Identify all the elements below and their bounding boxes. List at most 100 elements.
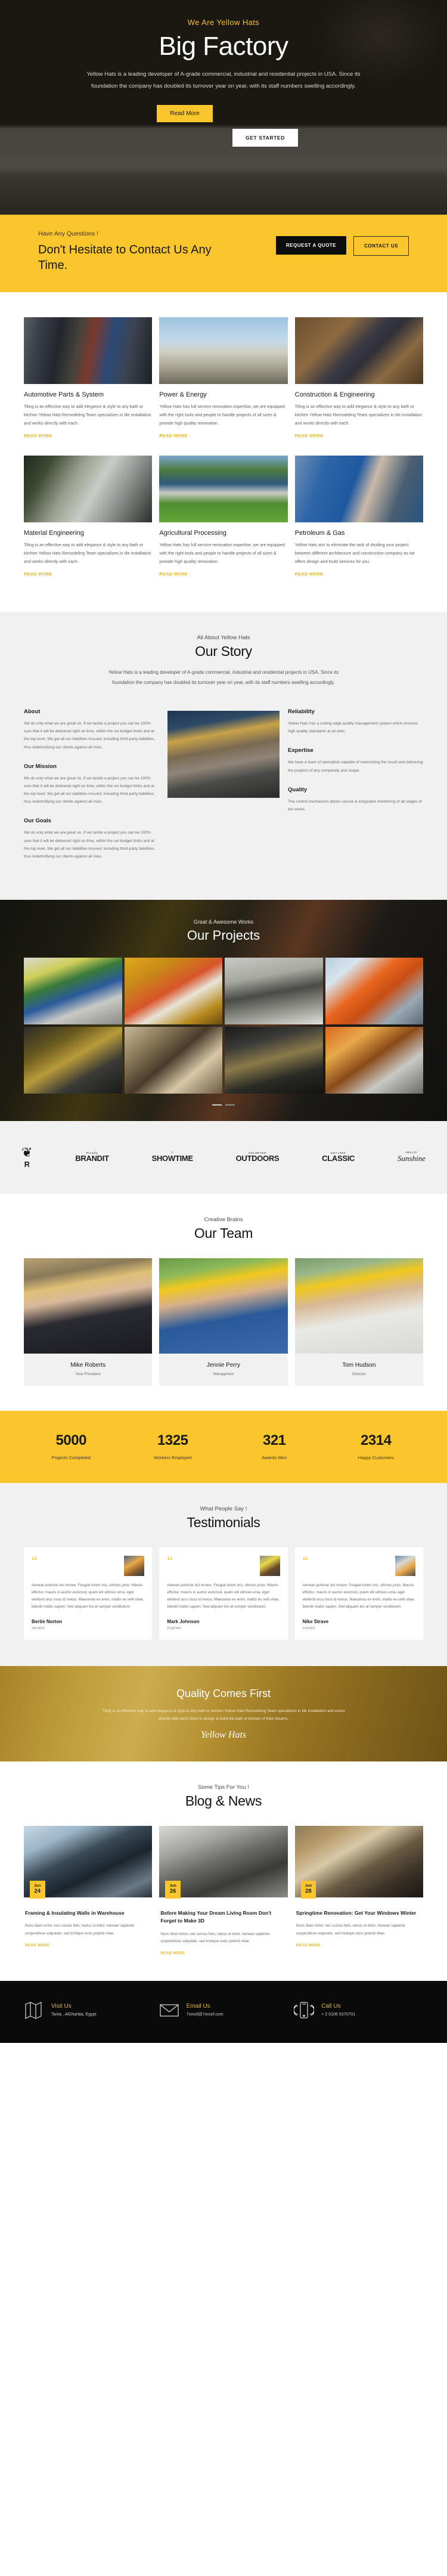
brand-name: BRANDIT [75, 1153, 109, 1163]
get-started-button[interactable]: GET STARTED [232, 129, 298, 147]
testimonial-role: Aeroline [32, 1627, 45, 1631]
project-thumbnail[interactable] [124, 958, 222, 1025]
services-row-2: Material Engineering Tiling is an effect… [24, 456, 423, 578]
service-title: Automotive Parts & System [24, 391, 104, 399]
testimonials-title: Testimonials [187, 1514, 260, 1530]
team-member-card[interactable]: Mike Roberts Vice President [24, 1258, 153, 1386]
services-row-1: Automotive Parts & System Tiling is an e… [24, 317, 423, 440]
service-image [294, 456, 423, 523]
avatar [124, 1555, 145, 1576]
blog-post-card[interactable]: Jun 26 Before Making Your Dream Living R… [159, 1826, 288, 1957]
testimonial-role: Engineer [167, 1627, 182, 1631]
story-heading: Expertise [288, 747, 313, 754]
footer-text[interactable]: 7oroof@7oroof.com [187, 2012, 224, 2017]
laurel-wreath-icon: ❦ [21, 1145, 33, 1160]
service-read-more-link[interactable]: READ MORE [159, 571, 188, 577]
story-title: Our Story [195, 643, 252, 660]
story-text: We have a team of specialists capable of… [288, 760, 423, 773]
story-lead: Yellow Hats is a leading developer of A-… [108, 670, 339, 686]
blog-post-title: Springtime Renovation: Get Your Windows … [296, 1910, 417, 1916]
team-member-role: Managment [213, 1371, 234, 1376]
testimonial-card: “ Aenean pulvinar dui ornare. Feugiat lo… [24, 1547, 153, 1640]
team-member-photo [294, 1258, 423, 1354]
project-thumbnail[interactable] [24, 1027, 122, 1094]
service-card[interactable]: Petroleum & Gas Yellow Hats aim to elimi… [294, 456, 423, 578]
services-section: Automotive Parts & System Tiling is an e… [0, 292, 447, 612]
blog-read-more-link[interactable]: READ MORE [296, 1943, 321, 1948]
project-thumbnail[interactable] [225, 958, 323, 1025]
blog-post-excerpt: Nunc diam tortor, nec cursus felis, vari… [296, 1924, 405, 1936]
blog-read-more-link[interactable]: READ MORE [25, 1943, 49, 1948]
service-card[interactable]: Power & Energy Yellow Hats has full serv… [159, 317, 288, 440]
blog-post-day: 24 [34, 1887, 41, 1894]
story-text: Yellow Hats has a cutting edge quality m… [288, 721, 418, 734]
brand-logo: EST.1994 CLASSIC [322, 1151, 355, 1163]
request-quote-button[interactable]: REQUEST A QUOTE [275, 236, 347, 255]
contact-us-button[interactable]: CONTACT US [353, 236, 409, 256]
hero-kicker: We Are Yellow Hats [187, 18, 260, 27]
service-card[interactable]: Automotive Parts & System Tiling is an e… [24, 317, 153, 440]
blog-post-day: 26 [169, 1887, 176, 1894]
carousel-dot[interactable] [225, 1104, 235, 1106]
service-text: Tiling is an effective way to add elegan… [294, 404, 423, 426]
story-right-column: Reliability Yellow Hats has a cutting ed… [288, 708, 423, 825]
blog-read-more-link[interactable]: READ MORE [160, 1951, 185, 1955]
read-more-button[interactable]: Read More [157, 105, 213, 123]
service-card[interactable]: Construction & Engineering Tiling is an … [294, 317, 423, 440]
project-thumbnail[interactable] [325, 958, 423, 1025]
service-read-more-link[interactable]: READ MORE [159, 433, 188, 438]
service-read-more-link[interactable]: READ MORE [24, 433, 52, 438]
story-heading: About [24, 708, 41, 715]
stat-number: 321 [262, 1432, 286, 1448]
team-member-card[interactable]: Tom Hudson Director [294, 1258, 423, 1386]
service-read-more-link[interactable]: READ MORE [295, 571, 324, 577]
project-thumbnail[interactable] [225, 1027, 323, 1094]
story-kicker: All About Yellow Hats [197, 634, 250, 642]
blog-post-title: Framing & Insulating Walls in Warehouse [25, 1910, 125, 1916]
email-icon [159, 2001, 179, 2019]
projects-grid-row-2 [0, 1027, 447, 1094]
footer-email-us: Email Us 7oroof@7oroof.com [159, 2001, 288, 2019]
brand-name: OUTDOORS [235, 1153, 280, 1163]
stat-item: 2314 Happy Customers [325, 1432, 427, 1460]
carousel-dot-active[interactable] [212, 1104, 222, 1106]
testimonial-card: “ Aenean pulvinar dui ornare. Feugiat lo… [294, 1547, 423, 1640]
service-title: Petroleum & Gas [294, 530, 345, 537]
phone-icon [294, 2001, 315, 2019]
service-read-more-link[interactable]: READ MORE [24, 571, 52, 577]
project-thumbnail[interactable] [24, 958, 122, 1025]
brand-name: Sunshine [398, 1153, 426, 1163]
stat-number: 5000 [55, 1432, 87, 1448]
quality-banner-section: Quality Comes First Tiling is an effecti… [0, 1666, 447, 1762]
service-image [24, 317, 153, 385]
footer-text[interactable]: + 2 0106 5370701 [321, 2012, 355, 2017]
service-card[interactable]: Agricultural Processing Yellow Hats has … [159, 456, 288, 578]
brand-logo: Proudly BRANDIT [75, 1151, 109, 1163]
team-member-name: Jennie Perry [206, 1361, 241, 1368]
blog-post-title: Before Making Your Dream Living Room Don… [160, 1910, 272, 1924]
blog-post-excerpt: Nunc diam tortor, nec cursus felis, vari… [25, 1924, 134, 1936]
brand-name: CLASSIC [322, 1153, 355, 1163]
service-image [159, 317, 288, 385]
project-thumbnail[interactable] [124, 1027, 222, 1094]
footer-title: Email Us [186, 2003, 210, 2010]
project-thumbnail[interactable] [325, 1027, 423, 1094]
service-title: Material Engineering [24, 530, 84, 537]
service-card[interactable]: Material Engineering Tiling is an effect… [24, 456, 153, 578]
testimonials-section: What People Say ! Testimonials “ Aenean … [0, 1482, 447, 1667]
service-read-more-link[interactable]: READ MORE [295, 433, 324, 438]
avatar [395, 1555, 415, 1576]
blog-post-card[interactable]: Jun 28 Springtime Renovation: Get Your W… [294, 1826, 423, 1957]
page-title: Big Factory [159, 32, 288, 61]
service-text: Tiling is an effective way to add elegan… [24, 404, 151, 426]
footer-title: Call Us [321, 2003, 341, 2010]
footer-visit-us: Visit Us Tanta , AlGharbia, Egypt [24, 2001, 153, 2019]
footer-text: Tanta , AlGharbia, Egypt [51, 2012, 97, 2017]
hero-buttons: Read More GET STARTED [0, 105, 447, 147]
blog-post-card[interactable]: Jun 24 Framing & Insulating Walls in War… [24, 1826, 153, 1957]
service-text: Yellow Hats has full service renovation … [159, 404, 285, 426]
team-member-card[interactable]: Jennie Perry Managment [159, 1258, 288, 1386]
blog-section: Some Tips For You ! Blog & News Jun 24 F… [0, 1761, 447, 1981]
team-member-role: Vice President [75, 1371, 101, 1376]
story-text: We do only what we are great on. If we t… [24, 776, 155, 804]
